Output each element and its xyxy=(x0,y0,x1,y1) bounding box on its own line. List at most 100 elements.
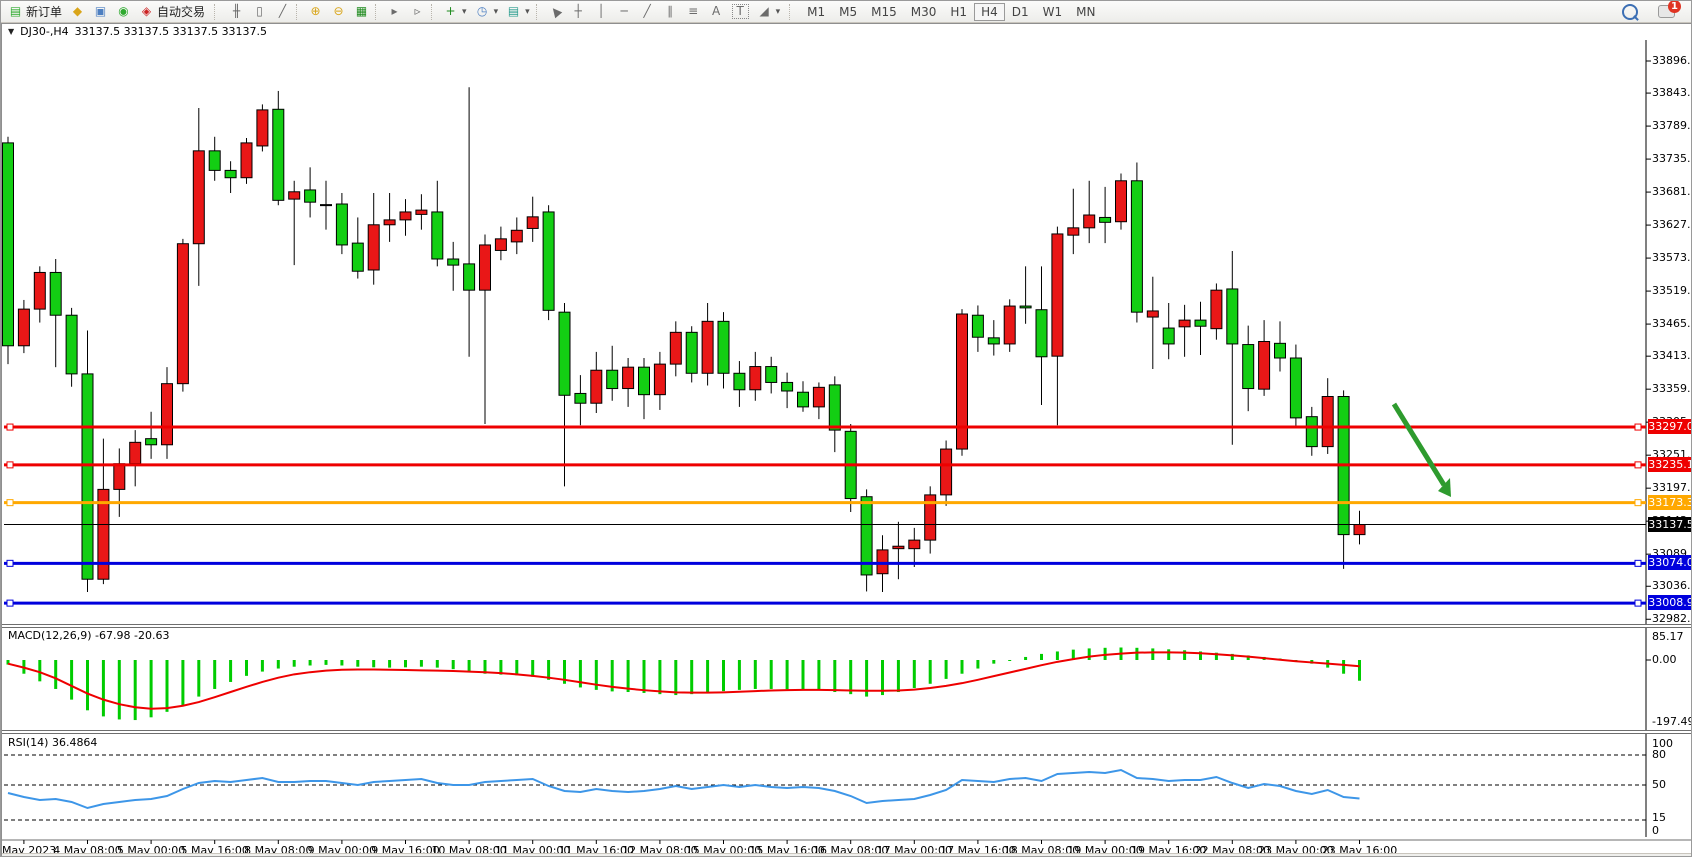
macd-histogram-bar xyxy=(976,660,979,669)
price-tick-label: 33197.0 xyxy=(1652,481,1692,494)
search-button[interactable] xyxy=(1618,3,1642,21)
line-handle[interactable] xyxy=(7,424,13,430)
candle-body xyxy=(1195,320,1206,326)
indicators-add-icon: + xyxy=(443,4,458,19)
dropdown-caret-icon: ▾ xyxy=(494,7,499,17)
text-button[interactable]: A xyxy=(705,3,728,20)
candle-body xyxy=(82,374,93,579)
timeframe-button-m30[interactable]: M30 xyxy=(904,3,944,21)
cursor-button[interactable]: ▲ xyxy=(544,3,567,20)
text-icon: A xyxy=(709,4,724,19)
rsi-tick-label: 15 xyxy=(1652,811,1666,824)
macd-histogram-bar xyxy=(929,660,932,684)
candle-body xyxy=(1259,342,1270,390)
horizontal-line-icon: ─ xyxy=(617,4,632,19)
macd-histogram-bar xyxy=(674,660,677,695)
tile-windows-icon: ▦ xyxy=(354,4,369,19)
text-label-button[interactable]: T xyxy=(728,3,753,20)
vertical-line-button[interactable]: │ xyxy=(590,3,613,20)
periods-clock-button[interactable]: ◷▾ xyxy=(471,3,503,20)
candle-body xyxy=(305,190,316,202)
alert-button[interactable]: ◆ xyxy=(66,3,89,20)
macd-histogram-bar xyxy=(245,660,248,676)
candle-body xyxy=(575,393,586,403)
macd-histogram-bar xyxy=(849,660,852,694)
line-handle[interactable] xyxy=(1635,424,1641,430)
tile-windows-button[interactable]: ▦ xyxy=(350,3,373,20)
line-handle[interactable] xyxy=(7,500,13,506)
price-tick-label: 33359.0 xyxy=(1652,382,1692,395)
channel-button[interactable]: ∥ xyxy=(659,3,682,20)
bar-chart-button[interactable]: ╫ xyxy=(225,3,248,20)
price-tick-label: 33413.0 xyxy=(1652,349,1692,362)
macd-histogram-bar xyxy=(706,660,709,693)
macd-histogram-bar xyxy=(658,660,661,694)
templates-button[interactable]: ▤▾ xyxy=(502,3,534,20)
timeframe-button-h4[interactable]: H4 xyxy=(974,3,1005,21)
main-toolbar: ▤ 新订单 ◆ ▣ ◉ ◈ 自动交易 ╫▯╱⊕⊖▦▸▹+▾◷▾▤▾▲┼│─╱∥≡… xyxy=(1,1,1692,23)
macd-histogram-bar xyxy=(86,660,89,710)
timeframe-button-h1[interactable]: H1 xyxy=(943,3,974,21)
macd-histogram-bar xyxy=(388,660,391,668)
line-handle[interactable] xyxy=(1635,560,1641,566)
auto-trading-label: 自动交易 xyxy=(157,3,205,20)
line-chart-button[interactable]: ╱ xyxy=(271,3,294,20)
candle-body xyxy=(3,143,14,346)
macd-histogram-bar xyxy=(1167,649,1170,660)
candle-body xyxy=(782,382,793,391)
fibonacci-button[interactable]: ≡ xyxy=(682,3,705,20)
timeframe-button-m5[interactable]: M5 xyxy=(832,3,864,21)
timeframe-button-mn[interactable]: MN xyxy=(1069,3,1102,21)
macd-histogram-bar xyxy=(436,660,439,668)
metaeditor-button[interactable]: ▣ xyxy=(89,3,112,20)
arrow-annotation[interactable] xyxy=(1394,404,1444,485)
timeframe-button-m1[interactable]: M1 xyxy=(800,3,832,21)
timeframe-button-m15[interactable]: M15 xyxy=(864,3,904,21)
macd-pane-separator[interactable] xyxy=(2,624,1692,628)
bar-chart-icon: ╫ xyxy=(229,4,244,19)
templates-icon: ▤ xyxy=(506,4,521,19)
line-handle[interactable] xyxy=(7,560,13,566)
signals-button[interactable]: ◉ xyxy=(112,3,135,20)
timeframe-button-d1[interactable]: D1 xyxy=(1005,3,1036,21)
indicators-add-button[interactable]: +▾ xyxy=(439,3,471,20)
timeframe-button-w1[interactable]: W1 xyxy=(1036,3,1070,21)
line-handle[interactable] xyxy=(1635,600,1641,606)
dropdown-caret-icon: ▾ xyxy=(776,7,781,17)
line-handle[interactable] xyxy=(7,462,13,468)
macd-histogram-bar xyxy=(38,660,41,681)
macd-histogram-bar xyxy=(309,660,312,665)
candle-body xyxy=(209,151,220,171)
cursor-icon: ▲ xyxy=(545,1,566,22)
rsi-label: RSI(14) 36.4864 xyxy=(8,736,97,749)
trendline-button[interactable]: ╱ xyxy=(636,3,659,20)
notification-badge: 1 xyxy=(1668,0,1681,13)
rsi-pane-separator[interactable] xyxy=(2,730,1692,734)
macd-histogram-bar xyxy=(1151,648,1154,660)
candle-body xyxy=(1306,417,1317,447)
periods-clock-icon: ◷ xyxy=(475,4,490,19)
candle-body xyxy=(750,367,761,390)
candle-body xyxy=(130,442,141,463)
line-handle[interactable] xyxy=(7,600,13,606)
zoom-out-button[interactable]: ⊖ xyxy=(327,3,350,20)
zoom-in-button[interactable]: ⊕ xyxy=(304,3,327,20)
new-order-button[interactable]: ▤ 新订单 xyxy=(4,2,66,21)
arrows-button[interactable]: ◢▾ xyxy=(753,3,785,20)
crosshair-button[interactable]: ┼ xyxy=(567,3,590,20)
candle-body xyxy=(1052,234,1063,356)
price-tick-label: 33789.5 xyxy=(1652,119,1692,132)
horizontal-line-button[interactable]: ─ xyxy=(613,3,636,20)
candlestick-chart-button[interactable]: ▯ xyxy=(248,3,271,20)
macd-histogram-bar xyxy=(738,660,741,690)
notifications-button[interactable]: 1 xyxy=(1654,4,1679,19)
chart-shift-button[interactable]: ▹ xyxy=(406,3,429,20)
auto-scroll-icon: ▸ xyxy=(387,4,402,19)
line-handle[interactable] xyxy=(1635,500,1641,506)
line-handle[interactable] xyxy=(1635,462,1641,468)
price-badge: 33137.5 xyxy=(1648,517,1692,532)
macd-histogram-bar xyxy=(229,660,232,682)
auto-trading-button[interactable]: ◈ 自动交易 xyxy=(135,2,209,21)
auto-scroll-button[interactable]: ▸ xyxy=(383,3,406,20)
candle-body xyxy=(352,243,363,271)
